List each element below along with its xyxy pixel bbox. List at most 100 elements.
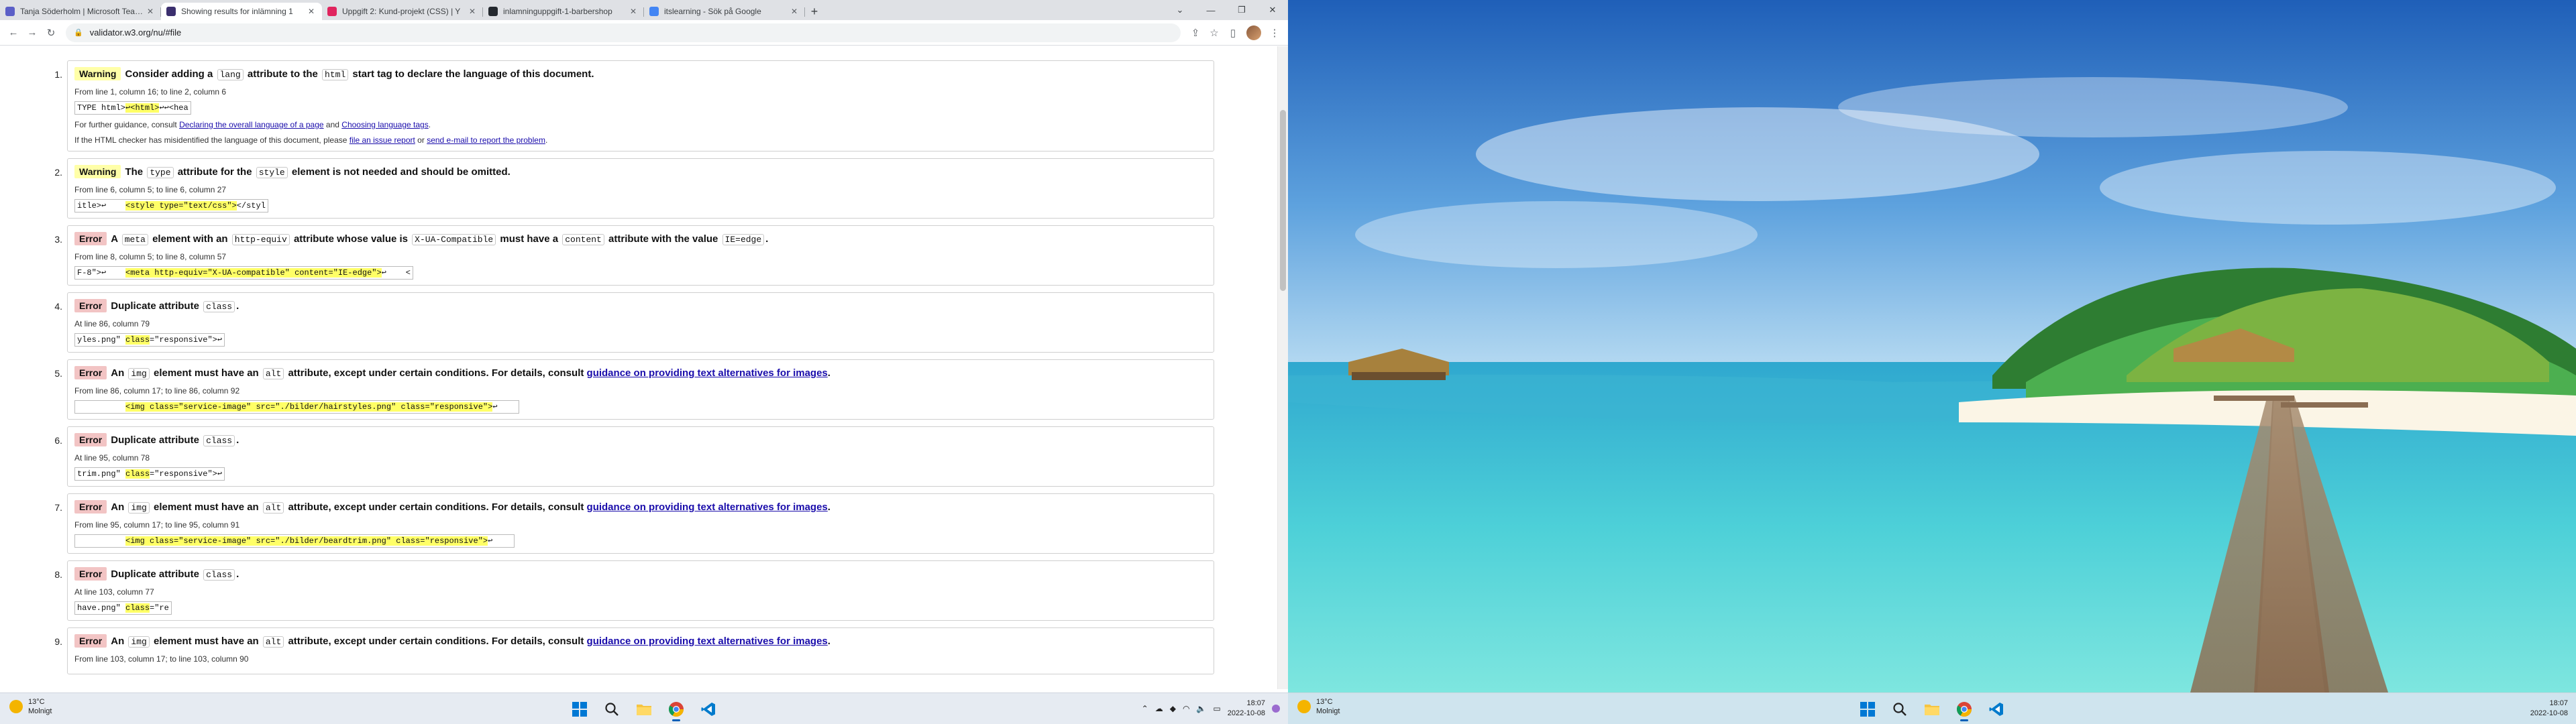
taskbar-apps-2 (1854, 696, 2010, 723)
message-location: From line 103, column 17; to line 103, c… (74, 654, 249, 664)
profile-avatar[interactable] (1246, 25, 1261, 40)
chrome-icon[interactable] (1951, 696, 1978, 723)
dual-monitor-desktop: Tanja Söderholm | Microsoft Teams ✕ Showin… (0, 0, 2576, 724)
clock-date-2: 2022-10-08 (2530, 709, 2568, 717)
tab-search-icon[interactable]: ⌄ (1165, 0, 1195, 20)
page-scrollbar[interactable] (1277, 46, 1288, 689)
code-token: alt (262, 502, 284, 514)
search-icon[interactable] (1886, 696, 1913, 723)
clock[interactable]: 18:07 2022-10-08 (1228, 699, 1265, 719)
wifi-icon[interactable]: ◠ (1183, 704, 1189, 713)
dropbox-icon[interactable]: ◆ (1170, 704, 1176, 713)
text-span: element is not needed and should be omit… (288, 166, 511, 178)
battery-icon[interactable]: ▭ (1213, 704, 1220, 713)
code-extract: TYPE html>↩<html>↩↩<hea (74, 101, 191, 115)
text-span: . (765, 233, 769, 245)
guidance-link[interactable]: send e-mail to report the problem (427, 135, 545, 145)
address-bar[interactable]: 🔒 validator.w3.org/nu/#file (66, 23, 1181, 42)
onedrive-icon[interactable]: ☁ (1155, 704, 1163, 713)
guidance-link[interactable]: guidance on providing text alternatives … (587, 501, 828, 513)
taskbar-right: 13°C Molnigt 18:07 2022-10-08 (1288, 692, 2576, 724)
guidance-link[interactable]: Choosing language tags (341, 120, 428, 129)
text-span: An (111, 636, 127, 647)
message-error: 6. Error Duplicate attribute class. At line… (54, 426, 1214, 487)
guidance-link[interactable]: Declaring the overall language of a page (179, 120, 323, 129)
tropical-beach-wallpaper (1288, 0, 2576, 692)
message-warning: 1. Warning Consider adding a lang attribut… (54, 60, 1214, 152)
chrome-icon[interactable] (663, 696, 690, 723)
code-token: IE=edge (722, 234, 765, 245)
text-span: element must have an (150, 636, 262, 647)
tab-2[interactable]: Uppgift 2: Kund-projekt (CSS) | Y ✕ (322, 3, 483, 20)
text-span: have.png" (77, 603, 126, 613)
text-span: Duplicate attribute (111, 568, 203, 580)
tab-4[interactable]: itslearning - Sök på Google ✕ (644, 3, 805, 20)
weather-cloud-sun-icon-2 (1297, 700, 1311, 713)
close-window-icon[interactable]: ✕ (1257, 0, 1288, 20)
text-span: F-8">↩ (77, 268, 126, 278)
vscode-icon[interactable] (1983, 696, 2010, 723)
text-span: . (827, 367, 830, 379)
text-span: ↩ (488, 536, 513, 546)
folder-icon[interactable] (631, 696, 657, 723)
weather-widget[interactable]: 13°C Molnigt (9, 697, 52, 716)
message-number: 7. (54, 502, 62, 513)
back-icon[interactable]: ← (4, 23, 23, 42)
error-badge: Error (74, 232, 107, 245)
text-span: attribute, except under certain conditio… (285, 636, 587, 647)
tab-favicon-icon (488, 7, 498, 16)
tab-3[interactable]: inlamninguppgift-1-barbershop ✕ (483, 3, 644, 20)
message-location: At line 86, column 79 (74, 319, 150, 328)
guidance-link[interactable]: guidance on providing text alternatives … (587, 367, 828, 379)
side-panel-icon[interactable]: ▯ (1224, 23, 1242, 42)
message-error: 9. Error An img element must have an alt a… (54, 627, 1214, 674)
tab-close-icon[interactable]: ✕ (789, 7, 800, 16)
start-icon[interactable] (566, 696, 593, 723)
weather-condition: Molnigt (28, 707, 52, 715)
text-span: Duplicate attribute (111, 434, 203, 446)
forward-icon[interactable]: → (23, 23, 42, 42)
text-span: element must have an (150, 367, 262, 379)
code-extract: trim.png" class="responsive">↩ (74, 467, 225, 481)
tab-1[interactable]: Showing results for inlämning 1 ✕ (161, 3, 322, 20)
weather-temp-2: 13°C (1316, 698, 1333, 706)
folder-icon[interactable] (1919, 696, 1945, 723)
restore-icon[interactable]: ❐ (1226, 0, 1257, 20)
bookmark-star-icon[interactable]: ☆ (1205, 23, 1224, 42)
tab-0[interactable]: Tanja Söderholm | Microsoft Teams ✕ (0, 3, 161, 20)
message-number: 6. (54, 435, 62, 446)
vscode-icon[interactable] (695, 696, 722, 723)
text-span: ↩ < (381, 268, 411, 278)
tab-close-icon[interactable]: ✕ (628, 7, 639, 16)
highlight: ↩<html> (125, 103, 160, 113)
reload-icon[interactable]: ↻ (42, 23, 60, 42)
share-icon[interactable]: ⇪ (1186, 23, 1205, 42)
new-tab-button[interactable]: + (805, 3, 824, 20)
tab-close-icon[interactable]: ✕ (467, 7, 478, 16)
error-badge: Error (74, 567, 107, 581)
notification-icon[interactable] (1272, 705, 1280, 713)
guidance-link[interactable]: guidance on providing text alternatives … (587, 636, 828, 647)
code-token: type (147, 167, 174, 178)
code-extract: F-8">↩ <meta http-equiv="X-UA-compatible… (74, 266, 413, 280)
minimize-icon[interactable]: — (1195, 0, 1226, 20)
guidance-link[interactable]: file an issue report (350, 135, 415, 145)
clock-2[interactable]: 18:07 2022-10-08 (2530, 699, 2568, 719)
weather-widget-2[interactable]: 13°C Molnigt (1297, 697, 1340, 716)
scrollbar-thumb[interactable] (1280, 110, 1286, 291)
text-span: . (545, 135, 548, 145)
menu-kebab-icon[interactable]: ⋮ (1265, 23, 1284, 42)
code-token: img (128, 636, 150, 648)
message-text: Error Duplicate attribute class. (74, 567, 1207, 583)
tab-label: inlamninguppgift-1-barbershop (503, 7, 612, 16)
volume-icon[interactable]: 🔈 (1196, 704, 1206, 713)
start-icon[interactable] (1854, 696, 1881, 723)
tab-close-icon[interactable]: ✕ (145, 7, 156, 16)
code-token: style (256, 167, 288, 178)
message-number: 3. (54, 234, 62, 245)
tab-favicon-icon (327, 7, 337, 16)
tab-close-icon[interactable]: ✕ (306, 7, 317, 16)
search-icon[interactable] (598, 696, 625, 723)
address-url: validator.w3.org/nu/#file (89, 27, 182, 38)
tray-chevron-icon[interactable]: ⌃ (1142, 704, 1148, 713)
